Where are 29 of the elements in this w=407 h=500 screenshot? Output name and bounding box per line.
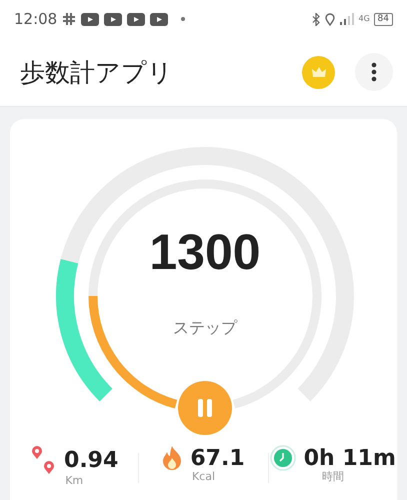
- map-pins-icon: [30, 445, 56, 475]
- video-play-icon: [127, 12, 146, 26]
- stat-unit: Km: [65, 475, 84, 487]
- stat-unit: 時間: [322, 471, 344, 483]
- more-options-button[interactable]: [355, 53, 393, 91]
- clock-icon: [270, 445, 296, 471]
- clock-time: 12:08: [14, 10, 58, 28]
- video-play-icon: [104, 12, 122, 26]
- network-type: 4G: [358, 15, 369, 23]
- hash-icon: [62, 12, 76, 26]
- premium-button[interactable]: [302, 56, 335, 88]
- stat-value: 0h 11m: [304, 446, 396, 470]
- signal-icon: [340, 13, 354, 25]
- stat-value: 0.94: [64, 448, 118, 472]
- app-title: 歩数計アプリ: [20, 56, 174, 88]
- video-play-icon: [150, 12, 168, 26]
- location-icon: [324, 12, 335, 26]
- more-dots-icon: [371, 62, 377, 82]
- dot-icon: [181, 17, 186, 21]
- stat-unit: Kcal: [192, 471, 216, 483]
- stat-value: 67.1: [190, 446, 245, 470]
- flame-icon: [162, 445, 182, 471]
- pause-button[interactable]: [178, 381, 232, 435]
- video-play-icon: [81, 12, 100, 26]
- step-unit: ステップ: [173, 318, 237, 337]
- battery-level: 84: [374, 12, 393, 26]
- step-count: 1300: [149, 224, 261, 280]
- crown-icon: [310, 66, 326, 78]
- bluetooth-icon: [312, 12, 320, 26]
